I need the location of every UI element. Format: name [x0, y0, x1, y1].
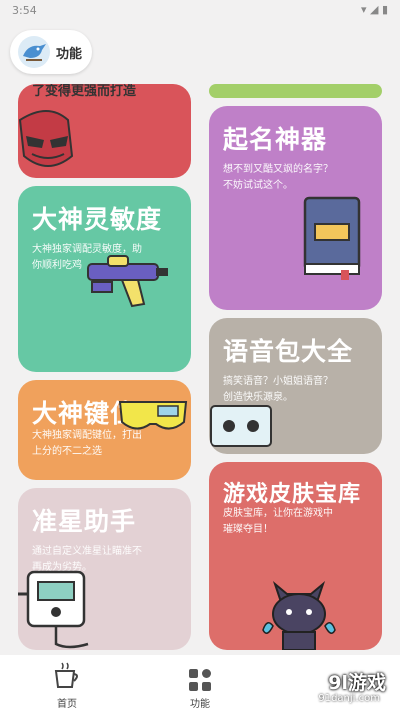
card-title-skins: 游戏皮肤宝库: [223, 482, 362, 507]
watermark-logo: 9l游戏: [328, 672, 386, 694]
top-bar: 功能: [0, 24, 400, 80]
superhero-mask-icon: [18, 110, 74, 167]
card-crosshair[interactable]: 准星助手 通过自定义准星让瞄准不 再成为劣势。: [18, 488, 191, 650]
card-title-sensitivity: 大神灵敏度: [32, 205, 163, 234]
device-icon: [18, 570, 89, 649]
card-desc-naming: 想不到又酷又飒的名字？ 不妨试试这个。: [223, 164, 333, 191]
grid-icon: [189, 669, 211, 691]
nav-item-home[interactable]: 首页: [2, 655, 132, 711]
nav-item-features[interactable]: 功能: [135, 655, 265, 711]
watermark-url: 91danji.com: [318, 693, 380, 704]
app-chip[interactable]: 功能: [10, 30, 92, 74]
card-title-voice-pack: 语音包大全: [223, 337, 354, 366]
card-naming[interactable]: 起名神器 想不到又酷又飒的名字？ 不妨试试这个。: [209, 106, 382, 310]
card-sensitivity[interactable]: 大神灵敏度 大神独家调配灵敏度，助 你顺利吃鸡: [18, 186, 191, 372]
status-time: 3:54: [12, 4, 37, 17]
card-voice-pack[interactable]: 语音包大全 搞笑语音？小姐姐语音？ 创造快乐源泉。: [209, 318, 382, 454]
cat-character-icon: [262, 580, 336, 650]
goggles-icon: [118, 401, 188, 430]
status-icons: ▾ ◢ ▮: [360, 3, 388, 16]
page-title: 功能: [56, 47, 83, 62]
card-title-naming: 起名神器: [223, 125, 328, 154]
water-gun-icon: [87, 255, 168, 308]
card-keymap[interactable]: 大神键位 大神独家调配键位，打出 上分的不二之选: [18, 380, 191, 480]
card-skins[interactable]: 游戏皮肤宝库 皮肤宝库，让你在游戏中 璀璨夺目！: [209, 462, 382, 650]
card-top-left-partial[interactable]: 了变得更强而打造: [18, 84, 191, 178]
coffee-cup-icon: [54, 662, 78, 688]
status-bar: 3:54 ▾ ◢ ▮: [0, 0, 400, 24]
card-top-right-partial[interactable]: [209, 84, 382, 98]
cassette-tape-icon: [210, 405, 272, 447]
card-desc-skins: 皮肤宝库，让你在游戏中 璀璨夺目！: [223, 508, 333, 535]
nav-label-home: 首页: [57, 699, 77, 710]
bird-logo-icon: [18, 36, 50, 68]
nav-label-features: 功能: [190, 699, 210, 710]
book-icon: [303, 196, 361, 280]
card-desc-voice-pack: 搞笑语音？小姐姐语音？ 创造快乐源泉。: [223, 376, 333, 403]
card-desc-partial: 了变得更强而打造: [32, 84, 137, 99]
card-title-crosshair: 准星助手: [32, 507, 137, 536]
